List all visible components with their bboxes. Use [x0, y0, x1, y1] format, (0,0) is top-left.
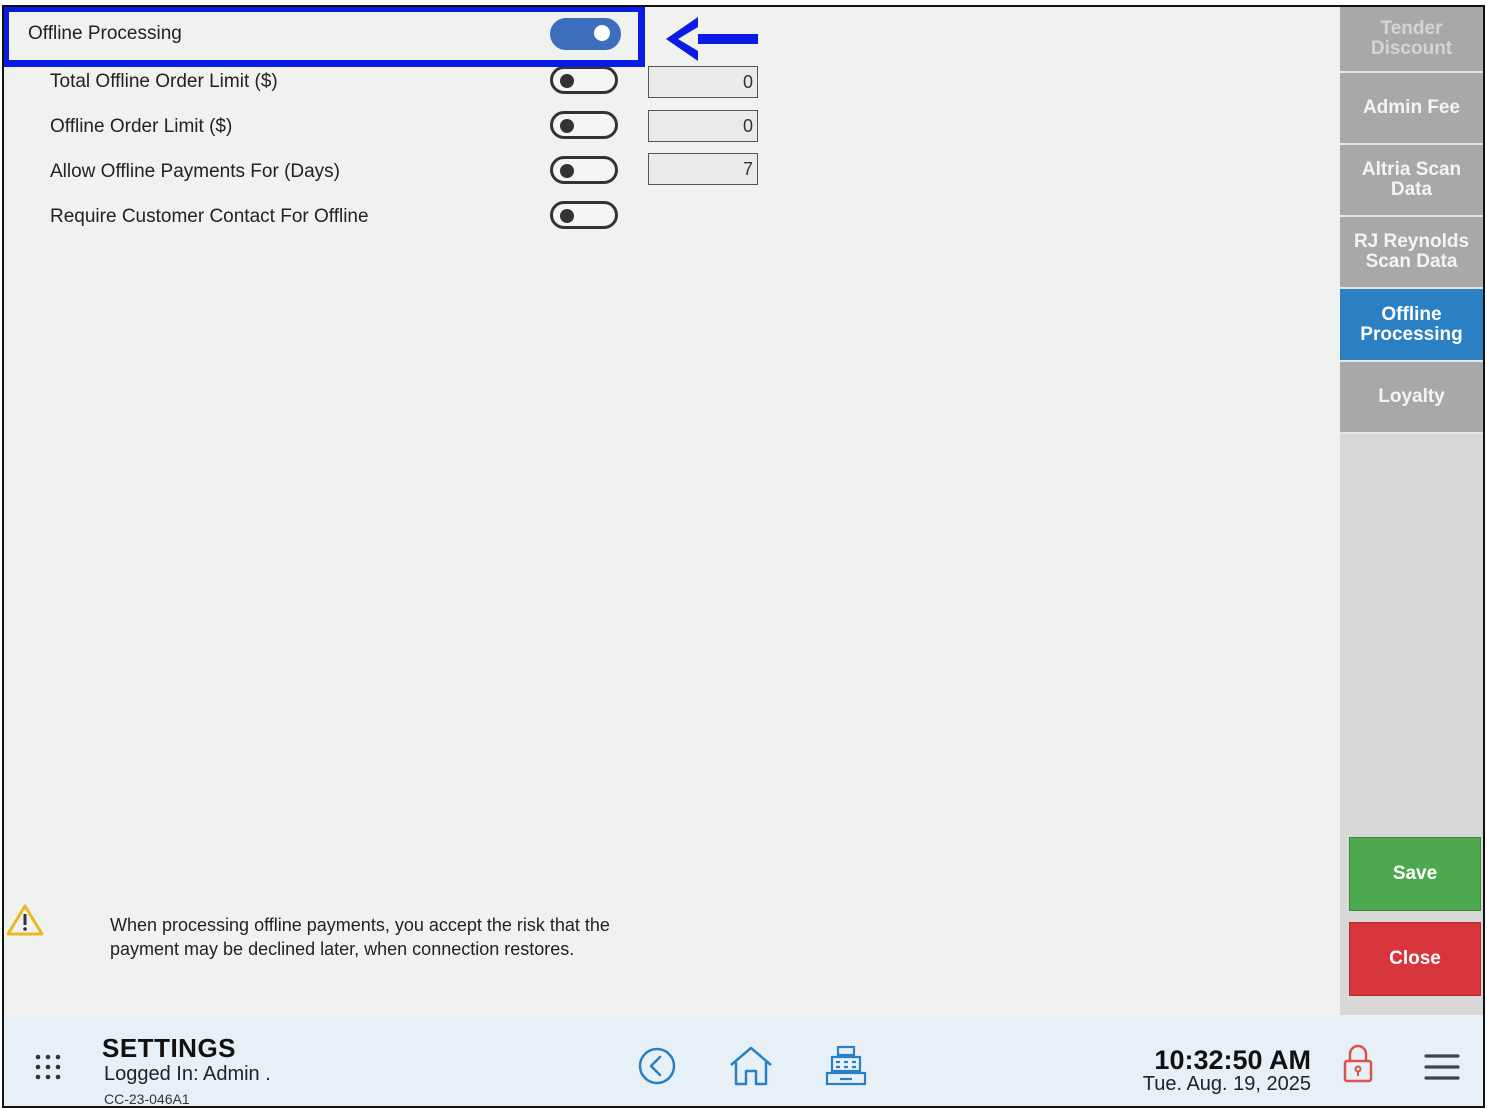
clock-date: Tue. Aug. 19, 2025 [1142, 1073, 1311, 1095]
sidebar-item-loyalty[interactable]: Loyalty [1340, 362, 1483, 434]
sidebar-item-offline-processing[interactable]: Offline Processing [1340, 289, 1483, 362]
warning-line-1: When processing offline payments, you ac… [110, 915, 610, 935]
total-offline-order-limit-toggle[interactable] [550, 66, 618, 94]
offline-order-limit-label: Offline Order Limit ($) [50, 116, 233, 137]
sidebar-item-altria-scan-data[interactable]: Altria Scan Data [1340, 145, 1483, 217]
sidebar-item-label: Scan Data [1365, 251, 1458, 272]
offline-processing-label: Offline Processing [28, 23, 182, 44]
page-title: SETTINGS [102, 1033, 237, 1063]
offline-order-limit-input[interactable] [648, 110, 758, 142]
offline-warning-text: When processing offline payments, you ac… [110, 913, 670, 961]
toggle-knob [560, 209, 574, 223]
sidebar-item-label: Data [1390, 179, 1433, 200]
device-id: CC-23-046A1 [104, 1091, 190, 1107]
sidebar-item-label: Admin Fee [1362, 97, 1461, 118]
warning-line-2: payment may be declined later, when conn… [110, 939, 575, 959]
lock-icon[interactable] [1342, 1043, 1374, 1085]
sidebar-item-label: Tender [1380, 18, 1443, 39]
sidebar-item-tender-discount[interactable]: Tender Discount [1340, 7, 1483, 73]
close-button[interactable]: Close [1349, 922, 1481, 996]
toggle-knob [560, 164, 574, 178]
toggle-knob [594, 25, 610, 41]
allow-offline-payments-days-input[interactable] [648, 153, 758, 185]
offline-processing-toggle[interactable] [550, 18, 621, 50]
sidebar-item-label: Loyalty [1378, 386, 1445, 407]
total-offline-order-limit-label: Total Offline Order Limit ($) [50, 71, 278, 92]
sidebar-item-label: Offline [1381, 303, 1442, 325]
toggle-knob [560, 119, 574, 133]
save-button[interactable]: Save [1349, 837, 1481, 911]
logged-in-status: Logged In: Admin . [104, 1063, 271, 1085]
allow-offline-payments-days-toggle[interactable] [550, 156, 618, 184]
clock-time: 10:32:50 AM [1154, 1045, 1311, 1075]
app-grid-icon[interactable] [34, 1053, 62, 1081]
arrow-left-icon [666, 17, 758, 61]
sidebar-item-label: Altria Scan [1361, 159, 1462, 180]
sidebar-item-admin-fee[interactable]: Admin Fee [1340, 73, 1483, 145]
settings-window: Offline Processing Total Offline Order L… [2, 5, 1485, 1108]
require-customer-contact-toggle[interactable] [550, 201, 618, 229]
hamburger-menu-icon[interactable] [1424, 1053, 1460, 1081]
footer-bar: SETTINGS Logged In: Admin . CC-23-046A1 … [4, 1015, 1483, 1106]
total-offline-order-limit-input[interactable] [648, 66, 758, 98]
toggle-knob [560, 74, 574, 88]
sidebar-item-label: Discount [1370, 38, 1453, 59]
allow-offline-payments-days-label: Allow Offline Payments For (Days) [50, 161, 341, 182]
sidebar-item-rj-reynolds-scan-data[interactable]: RJ Reynolds Scan Data [1340, 217, 1483, 289]
home-icon[interactable] [728, 1045, 774, 1087]
offline-order-limit-toggle[interactable] [550, 111, 618, 139]
sidebar-item-label: RJ Reynolds [1353, 231, 1470, 252]
back-icon[interactable] [636, 1045, 678, 1087]
require-customer-contact-label: Require Customer Contact For Offline [50, 206, 369, 227]
cash-register-icon[interactable] [824, 1045, 868, 1087]
sidebar-item-label: Processing [1360, 323, 1463, 345]
warning-triangle-icon [6, 904, 44, 936]
